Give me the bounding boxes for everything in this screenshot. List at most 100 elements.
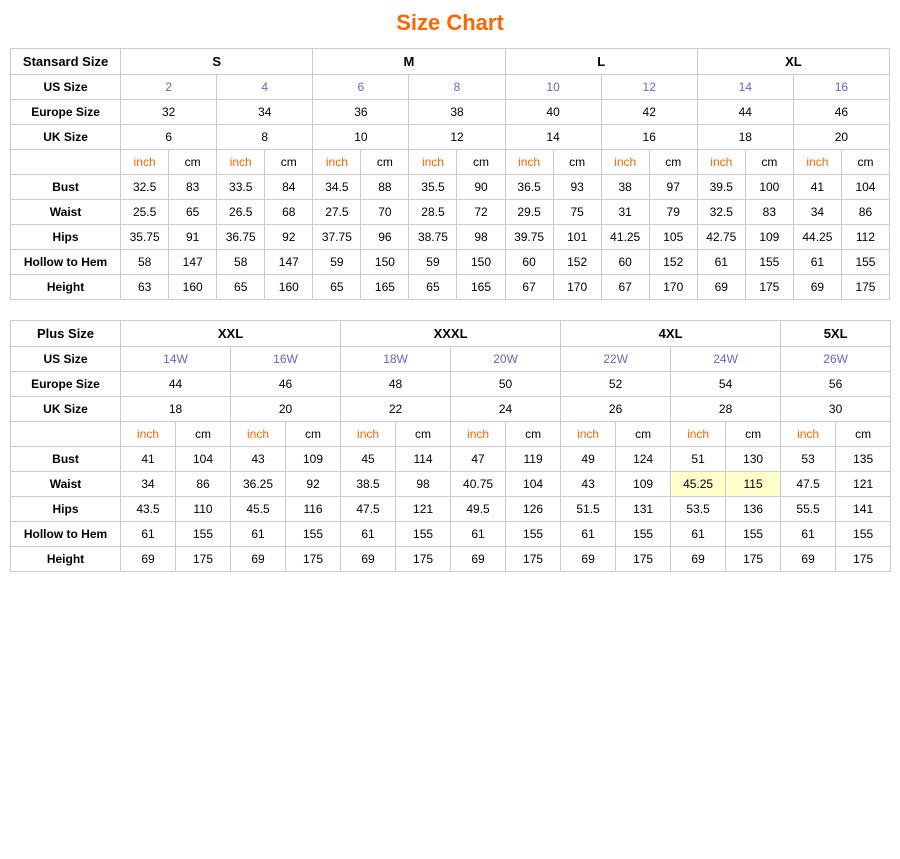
inch-label: inch [793, 150, 841, 175]
waist-value: 79 [649, 200, 697, 225]
cm-label: cm [361, 150, 409, 175]
hips-value: 43.5 [121, 497, 176, 522]
europe-size-value: 46 [231, 372, 341, 397]
waist-value: 86 [841, 200, 889, 225]
plus-size-label: Plus Size [11, 321, 121, 347]
hips-value: 121 [396, 497, 451, 522]
waist-value: 28.5 [409, 200, 457, 225]
inch-label: inch [231, 422, 286, 447]
height-value: 170 [649, 275, 697, 300]
height-value: 69 [561, 547, 616, 572]
cm-label: cm [836, 422, 891, 447]
hips-value: 36.75 [217, 225, 265, 250]
inch-label: inch [781, 422, 836, 447]
hips-label: Hips [11, 225, 121, 250]
bust-value: 49 [561, 447, 616, 472]
hollow_hem-value: 61 [341, 522, 396, 547]
size-header-5xl: 5XL [781, 321, 891, 347]
bust-label: Bust [11, 447, 121, 472]
height-value: 67 [601, 275, 649, 300]
europe-size-value: 32 [121, 100, 217, 125]
inch-label: inch [601, 150, 649, 175]
height-value: 69 [697, 275, 745, 300]
hollow_hem-value: 58 [121, 250, 169, 275]
europe-size-value: 38 [409, 100, 505, 125]
us-size-value: 16 [793, 75, 889, 100]
hollow_hem-value: 61 [671, 522, 726, 547]
waist-value: 40.75 [451, 472, 506, 497]
europe-size-value: 40 [505, 100, 601, 125]
bust-value: 90 [457, 175, 505, 200]
waist-value: 47.5 [781, 472, 836, 497]
europe-size-label: Europe Size [11, 372, 121, 397]
europe-size-value: 48 [341, 372, 451, 397]
bust-value: 119 [506, 447, 561, 472]
size-header-xl: XL [697, 49, 889, 75]
us-size-value: 2 [121, 75, 217, 100]
bust-value: 104 [176, 447, 231, 472]
bust-value: 97 [649, 175, 697, 200]
hips-value: 45.5 [231, 497, 286, 522]
standard-size-chart: Stansard SizeSMLXLUS Size246810121416Eur… [10, 48, 890, 300]
hollow_hem-value: 61 [231, 522, 286, 547]
uk-size-value: 20 [231, 397, 341, 422]
us-size-value: 4 [217, 75, 313, 100]
us-size-value: 16W [231, 347, 341, 372]
waist-value: 104 [506, 472, 561, 497]
hollow_hem-value: 61 [561, 522, 616, 547]
hollow_hem-label: Hollow to Hem [11, 522, 121, 547]
hollow_hem-value: 61 [781, 522, 836, 547]
hollow_hem-value: 155 [836, 522, 891, 547]
height-value: 165 [457, 275, 505, 300]
hollow_hem-value: 61 [697, 250, 745, 275]
size-header-xxxl: XXXL [341, 321, 561, 347]
uk-size-value: 18 [121, 397, 231, 422]
uk-size-value: 10 [313, 125, 409, 150]
waist-value: 25.5 [121, 200, 169, 225]
standard-size-label: Stansard Size [11, 49, 121, 75]
cm-label: cm [616, 422, 671, 447]
bust-value: 36.5 [505, 175, 553, 200]
waist-value: 92 [286, 472, 341, 497]
bust-value: 32.5 [121, 175, 169, 200]
inch-label: inch [313, 150, 361, 175]
waist-value: 115 [726, 472, 781, 497]
bust-value: 47 [451, 447, 506, 472]
waist-label: Waist [11, 472, 121, 497]
cm-label: cm [553, 150, 601, 175]
unit-spacer [11, 422, 121, 447]
height-label: Height [11, 547, 121, 572]
page-title: Size Chart [10, 10, 890, 36]
europe-size-value: 42 [601, 100, 697, 125]
hollow_hem-value: 155 [176, 522, 231, 547]
europe-size-value: 54 [671, 372, 781, 397]
us-size-value: 6 [313, 75, 409, 100]
cm-label: cm [649, 150, 697, 175]
inch-label: inch [561, 422, 616, 447]
hips-value: 51.5 [561, 497, 616, 522]
hollow_hem-value: 58 [217, 250, 265, 275]
uk-size-label: UK Size [11, 125, 121, 150]
inch-label: inch [671, 422, 726, 447]
bust-value: 39.5 [697, 175, 745, 200]
cm-label: cm [745, 150, 793, 175]
height-value: 69 [671, 547, 726, 572]
hollow_hem-value: 59 [409, 250, 457, 275]
height-value: 175 [836, 547, 891, 572]
hips-value: 41.25 [601, 225, 649, 250]
us-size-value: 14W [121, 347, 231, 372]
waist-value: 121 [836, 472, 891, 497]
hips-value: 112 [841, 225, 889, 250]
hollow_hem-value: 155 [745, 250, 793, 275]
europe-size-value: 50 [451, 372, 561, 397]
us-size-value: 8 [409, 75, 505, 100]
height-value: 65 [217, 275, 265, 300]
uk-size-value: 6 [121, 125, 217, 150]
hollow_hem-value: 155 [286, 522, 341, 547]
hips-value: 136 [726, 497, 781, 522]
hollow_hem-value: 152 [553, 250, 601, 275]
height-value: 160 [169, 275, 217, 300]
hollow_hem-label: Hollow to Hem [11, 250, 121, 275]
hips-value: 37.75 [313, 225, 361, 250]
europe-size-value: 36 [313, 100, 409, 125]
